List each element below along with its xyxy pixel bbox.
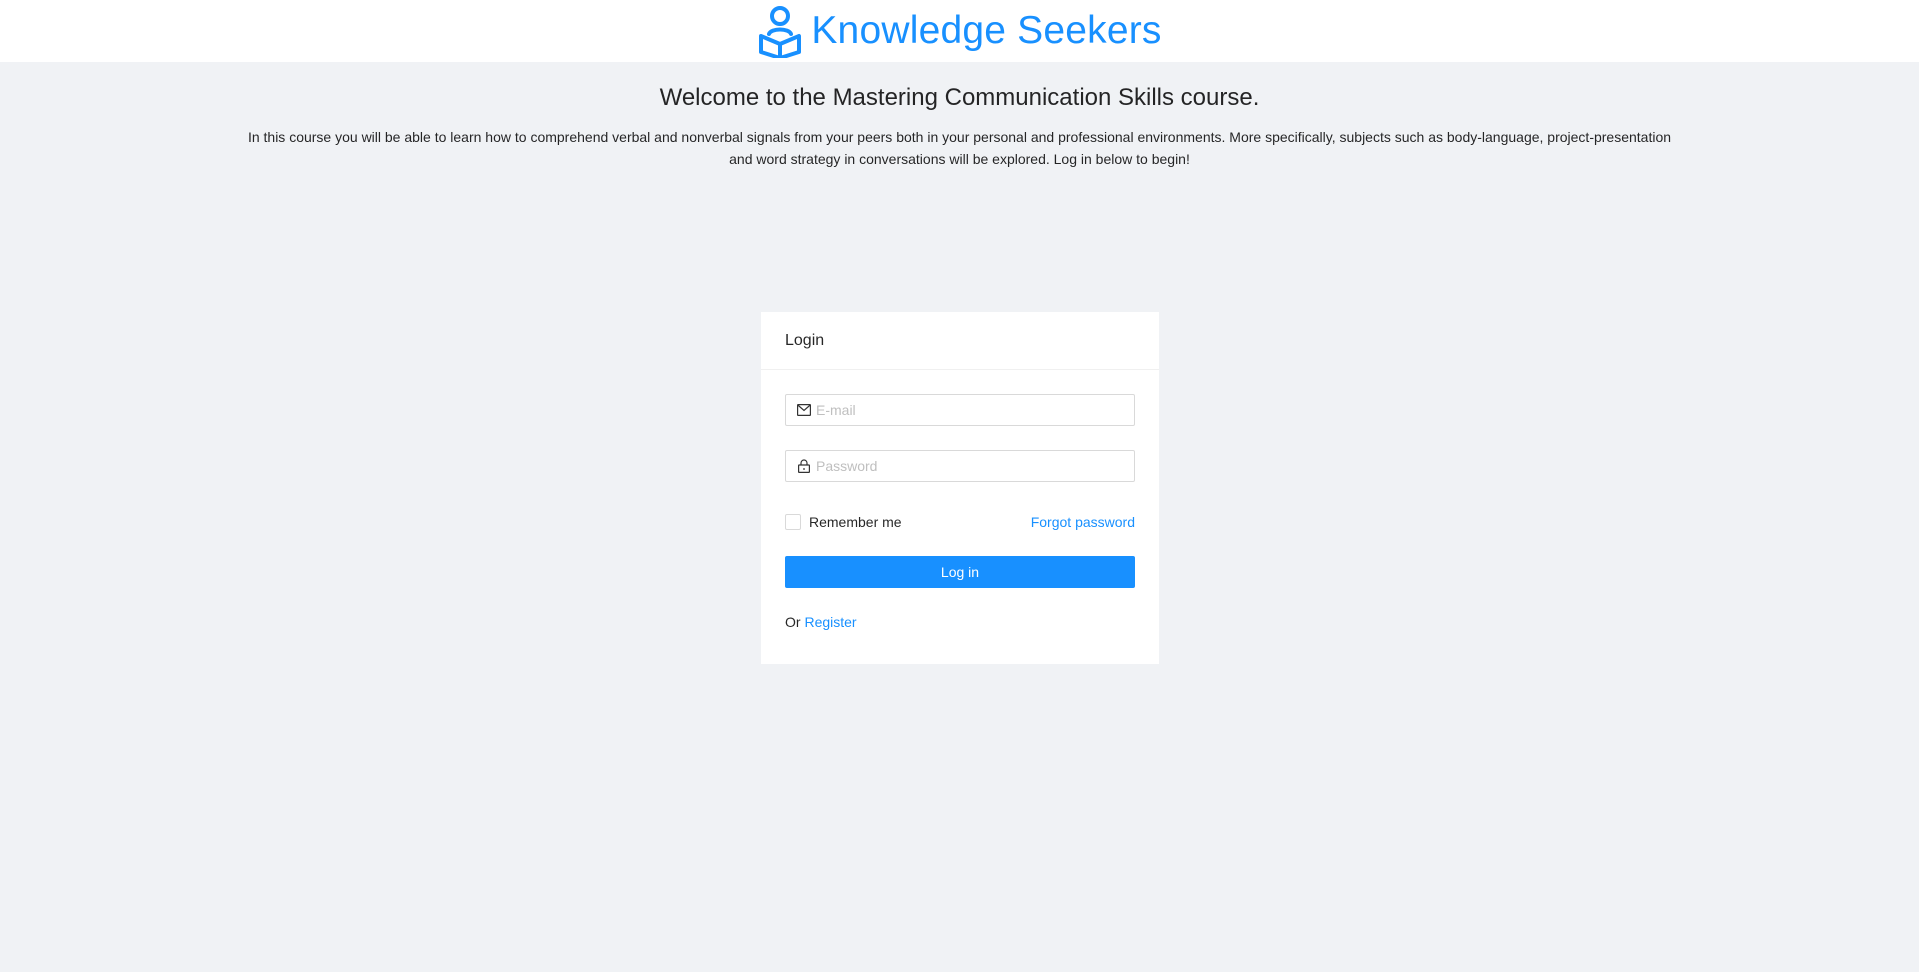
top-header: Knowledge Seekers xyxy=(0,0,1919,62)
course-description: In this course you will be able to learn… xyxy=(247,129,1672,167)
register-prefix: Or xyxy=(785,614,801,630)
email-input[interactable] xyxy=(816,402,1123,418)
brand[interactable]: Knowledge Seekers xyxy=(757,4,1161,58)
forgot-password-link[interactable]: Forgot password xyxy=(1031,514,1135,530)
remember-checkbox[interactable] xyxy=(785,514,801,530)
register-row: Or Register xyxy=(785,614,1135,630)
password-input[interactable] xyxy=(816,458,1123,474)
login-form: Remember me Forgot password Log in Or Re… xyxy=(761,370,1159,630)
mail-icon xyxy=(797,403,811,417)
lock-icon xyxy=(797,459,811,473)
page-title: Welcome to the Mastering Communication S… xyxy=(659,84,1260,111)
reader-book-icon xyxy=(757,4,803,58)
intro-section: Welcome to the Mastering Communication S… xyxy=(0,84,1919,170)
login-options: Remember me Forgot password xyxy=(785,514,1135,530)
password-field[interactable] xyxy=(785,450,1135,482)
login-card-title: Login xyxy=(761,312,1159,370)
login-card: Login Remember xyxy=(761,312,1159,664)
remember-label: Remember me xyxy=(809,514,902,530)
register-link[interactable]: Register xyxy=(804,614,856,630)
remember-me[interactable]: Remember me xyxy=(785,514,902,530)
email-field[interactable] xyxy=(785,394,1135,426)
brand-name: Knowledge Seekers xyxy=(811,9,1162,52)
login-button[interactable]: Log in xyxy=(785,556,1135,588)
